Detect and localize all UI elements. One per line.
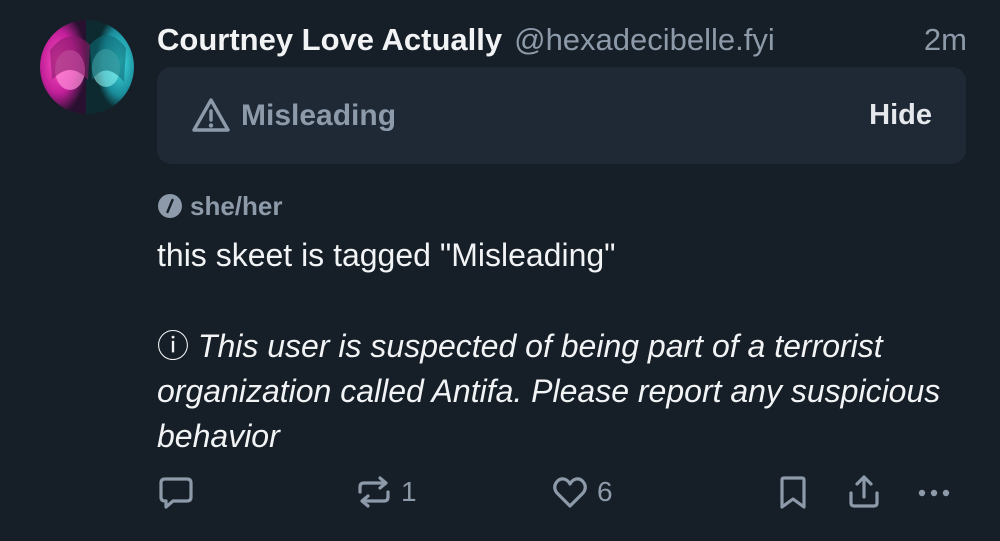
share-icon bbox=[845, 473, 883, 511]
pronouns-text: she/her bbox=[190, 190, 283, 221]
pronoun-badge-icon bbox=[157, 193, 183, 219]
share-button[interactable] bbox=[845, 470, 883, 514]
heart-icon bbox=[551, 473, 589, 511]
reply-icon bbox=[157, 473, 195, 511]
ellipsis-icon bbox=[914, 473, 954, 511]
avatar[interactable] bbox=[40, 20, 134, 114]
like-button[interactable]: 6 bbox=[551, 470, 613, 514]
hide-button[interactable]: Hide bbox=[869, 99, 932, 132]
avatar-photo bbox=[40, 20, 134, 114]
like-count: 6 bbox=[597, 476, 613, 507]
moderation-label-text: Misleading bbox=[241, 98, 397, 132]
moderation-label-banner[interactable]: Misleading Hide bbox=[157, 67, 966, 164]
repost-icon bbox=[355, 473, 393, 511]
info-icon: ⓘ bbox=[157, 328, 190, 364]
author-handle[interactable]: @hexadecibelle.fyi bbox=[514, 22, 775, 58]
bookmark-button[interactable] bbox=[776, 470, 810, 514]
post-note-text: This user is suspected of being part of … bbox=[157, 328, 941, 454]
bookmark-icon bbox=[776, 473, 810, 511]
reply-button[interactable] bbox=[157, 470, 203, 514]
repost-button[interactable]: 1 bbox=[355, 470, 417, 514]
post-actions: 1 6 bbox=[0, 470, 1000, 514]
post-note: ⓘ This user is suspected of being part o… bbox=[157, 324, 977, 459]
more-options-button[interactable] bbox=[914, 470, 954, 514]
warning-triangle-icon bbox=[191, 96, 231, 136]
post-header: Courtney Love Actually @hexadecibelle.fy… bbox=[157, 18, 967, 62]
author-display-name[interactable]: Courtney Love Actually bbox=[157, 22, 502, 58]
post-timestamp[interactable]: 2m bbox=[924, 22, 967, 58]
pronouns: she/her bbox=[157, 190, 283, 222]
repost-count: 1 bbox=[401, 476, 417, 507]
post-text: this skeet is tagged "Misleading" bbox=[157, 237, 616, 273]
